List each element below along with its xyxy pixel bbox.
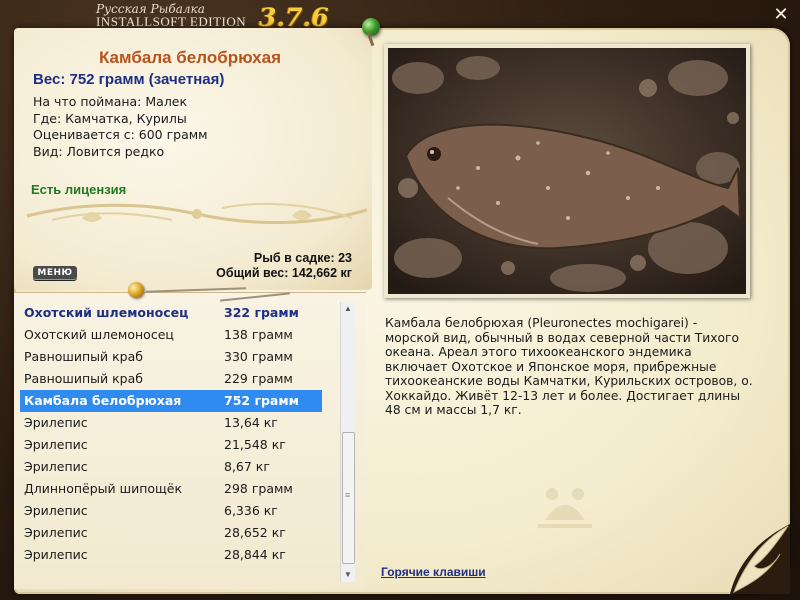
- brand-edition: INSTALLSOFT EDITION: [96, 14, 247, 29]
- catch-list[interactable]: Охотский шлемоносец 322 грамм Охотский шле…: [20, 302, 322, 566]
- list-item[interactable]: Камбала белобрюхая 752 грамм: [20, 390, 322, 412]
- list-item-weight: 6,336 кг: [224, 503, 278, 518]
- fish-info: На что поймана: Малек Где: Камчатка, Кур…: [33, 94, 208, 160]
- list-item-name: Эрилепис: [24, 503, 88, 518]
- list-item-weight: 322 грамм: [224, 305, 299, 320]
- list-item-name: Охотский шлемоносец: [24, 305, 189, 320]
- fish-title: Камбала белобрюхая: [98, 48, 282, 67]
- list-item-name: Эрилепис: [24, 459, 88, 474]
- list-item[interactable]: Эрилепис 21,548 кг: [20, 434, 322, 456]
- list-item-name: Длиннопёрый шипощёк: [24, 481, 183, 496]
- list-item-name: Равношипый краб: [24, 371, 143, 386]
- list-item-weight: 138 грамм: [224, 327, 293, 342]
- menu-button[interactable]: МЕНЮ: [33, 266, 77, 280]
- list-item-name: Камбала белобрюхая: [24, 393, 182, 408]
- scroll-thumb[interactable]: [342, 432, 355, 564]
- fish-photo-frame: [384, 44, 750, 298]
- list-item-name: Эрилепис: [24, 547, 88, 562]
- stamp-icon: [538, 488, 592, 528]
- close-icon[interactable]: ✕: [772, 6, 790, 24]
- list-item-weight: 21,548 кг: [224, 437, 286, 452]
- total-weight: Общий вес: 142,662 кг: [216, 266, 352, 280]
- page-curl: [730, 524, 790, 594]
- list-item[interactable]: Эрилепис 28,652 кг: [20, 522, 322, 544]
- pin-icon: [362, 18, 380, 36]
- list-item-weight: 28,844 кг: [224, 547, 286, 562]
- fish-bait: На что поймана: Малек: [33, 94, 188, 109]
- list-item[interactable]: Эрилепис 6,336 кг: [20, 500, 322, 522]
- brand: Русская Рыбалка INSTALLSOFT EDITION 3.7.…: [96, 3, 329, 32]
- list-item-weight: 28,652 кг: [224, 525, 286, 540]
- fish-description: Камбала белобрюхая (Pleuronectes mochiga…: [385, 316, 753, 417]
- pin-icon: [128, 282, 144, 298]
- list-item-name: Эрилепис: [24, 525, 88, 540]
- fish-rated: Оценивается с: 600 грамм: [33, 127, 208, 142]
- list-item[interactable]: Эрилепис 28,844 кг: [20, 544, 322, 566]
- list-item-weight: 13,64 кг: [224, 415, 278, 430]
- list-item[interactable]: Охотский шлемоносец 138 грамм: [20, 324, 322, 346]
- ornament-divider: [26, 202, 368, 225]
- list-item-weight: 229 грамм: [224, 371, 293, 386]
- fish-count: Рыб в садке: 23: [253, 251, 352, 265]
- fish-kind: Вид: Ловится редко: [33, 143, 165, 159]
- list-item-name: Эрилепис: [24, 415, 88, 430]
- list-item-weight: 752 грамм: [224, 393, 299, 408]
- fish-photo-image: [388, 48, 746, 294]
- list-item[interactable]: Охотский шлемоносец 322 грамм: [20, 302, 322, 324]
- list-item-name: Охотский шлемоносец: [24, 327, 174, 342]
- list-item-weight: 298 грамм: [224, 481, 293, 496]
- fish-weight: Вес: 752 грамм (зачетная): [33, 71, 225, 88]
- fish-photo: [388, 48, 746, 294]
- list-item-weight: 330 грамм: [224, 349, 293, 364]
- list-item-name: Равношипый краб: [24, 349, 143, 364]
- list-item[interactable]: Эрилепис 13,64 кг: [20, 412, 322, 434]
- scroll-down-icon[interactable]: ▼: [341, 568, 355, 582]
- app-window: Русская Рыбалка INSTALLSOFT EDITION 3.7.…: [0, 0, 800, 600]
- list-item[interactable]: Эрилепис 8,67 кг: [20, 456, 322, 478]
- hotkeys-link[interactable]: Горячие клавиши: [381, 565, 486, 579]
- catch-stats: Рыб в садке: 23 Общий вес: 142,662 кг: [216, 251, 352, 281]
- list-item[interactable]: Равношипый краб 330 грамм: [20, 346, 322, 368]
- fish-place: Где: Камчатка, Курилы: [33, 110, 187, 126]
- list-item-weight: 8,67 кг: [224, 459, 270, 474]
- list-item[interactable]: Длиннопёрый шипощёк 298 грамм: [20, 478, 322, 500]
- scroll-up-icon[interactable]: ▲: [341, 302, 355, 316]
- license-status: Есть лицензия: [31, 182, 127, 197]
- list-scrollbar[interactable]: ▲ ▼: [340, 302, 355, 582]
- list-item-name: Эрилепис: [24, 437, 88, 452]
- list-item[interactable]: Равношипый краб 229 грамм: [20, 368, 322, 390]
